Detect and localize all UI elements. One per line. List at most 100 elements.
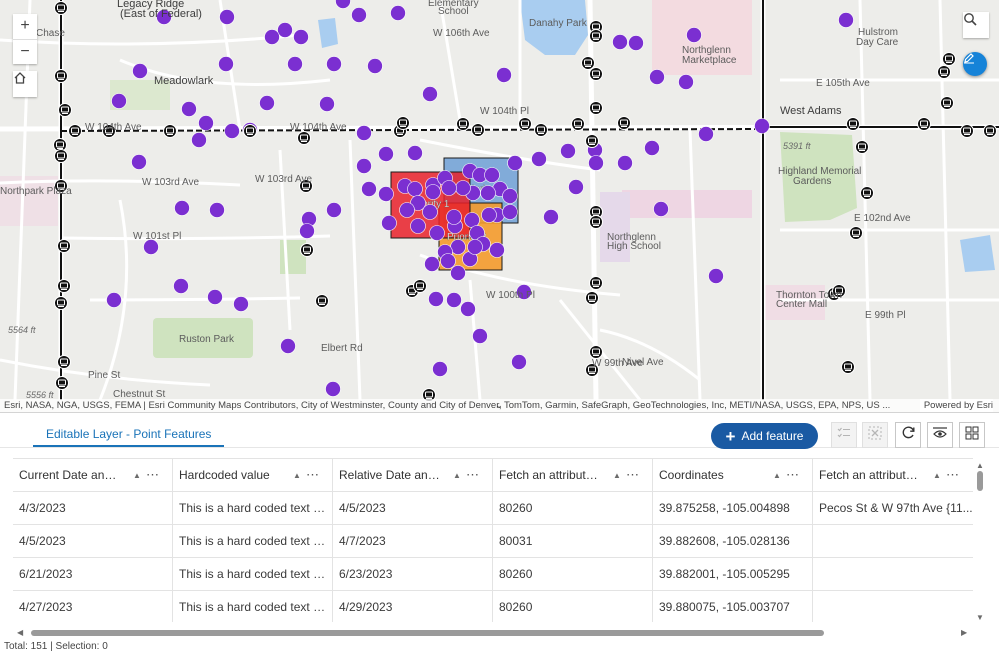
sort-icon[interactable]: ▲ xyxy=(773,459,781,492)
point-feature[interactable] xyxy=(754,118,770,134)
table-cell[interactable]: This is a hard coded text v... xyxy=(173,591,333,622)
point-feature[interactable] xyxy=(326,56,342,72)
point-feature[interactable] xyxy=(644,140,660,156)
bus-stop-icon[interactable] xyxy=(983,124,997,138)
bus-stop-icon[interactable] xyxy=(960,124,974,138)
sort-icon[interactable]: ▲ xyxy=(293,459,301,492)
point-feature[interactable] xyxy=(446,292,462,308)
point-feature[interactable] xyxy=(399,202,415,218)
sort-icon[interactable]: ▲ xyxy=(613,459,621,492)
bus-stop-icon[interactable] xyxy=(243,124,257,138)
point-feature[interactable] xyxy=(422,86,438,102)
bus-stop-icon[interactable] xyxy=(57,279,71,293)
point-feature[interactable] xyxy=(440,253,456,269)
point-feature[interactable] xyxy=(686,27,702,43)
point-feature[interactable] xyxy=(455,180,471,196)
point-feature[interactable] xyxy=(356,158,372,174)
select-all-button[interactable] xyxy=(831,422,857,448)
point-feature[interactable] xyxy=(428,291,444,307)
bus-stop-icon[interactable] xyxy=(315,294,329,308)
point-feature[interactable] xyxy=(378,146,394,162)
point-feature[interactable] xyxy=(319,96,335,112)
point-feature[interactable] xyxy=(174,200,190,216)
table-cell[interactable] xyxy=(813,525,973,558)
horizontal-scrollbar[interactable]: ◀ ▶ xyxy=(13,627,973,639)
table-cell[interactable]: 39.882001, -105.005295 xyxy=(653,558,813,591)
layout-options-button[interactable] xyxy=(959,422,985,448)
sort-icon[interactable]: ▲ xyxy=(933,459,941,492)
table-cell[interactable]: This is a hard coded text v... xyxy=(173,492,333,525)
point-feature[interactable] xyxy=(407,181,423,197)
zoom-out-button[interactable]: − xyxy=(13,39,37,64)
table-cell[interactable]: This is a hard coded text v... xyxy=(173,558,333,591)
point-feature[interactable] xyxy=(207,289,223,305)
clear-selection-button[interactable] xyxy=(862,422,888,448)
table-row[interactable]: 4/5/2023 This is a hard coded text v... 4/… xyxy=(13,525,973,558)
point-feature[interactable] xyxy=(588,155,604,171)
point-feature[interactable] xyxy=(502,188,518,204)
bus-stop-icon[interactable] xyxy=(57,239,71,253)
table-cell[interactable]: 4/3/2023 xyxy=(13,492,173,525)
bus-stop-icon[interactable] xyxy=(841,360,855,374)
point-feature[interactable] xyxy=(390,5,406,21)
point-feature[interactable] xyxy=(678,74,694,90)
point-feature[interactable] xyxy=(422,204,438,220)
column-menu-icon[interactable]: ⋯ xyxy=(946,459,960,490)
table-cell[interactable]: 4/27/2023 xyxy=(13,591,173,622)
bus-stop-icon[interactable] xyxy=(54,69,68,83)
point-feature[interactable] xyxy=(361,181,377,197)
bus-stop-icon[interactable] xyxy=(585,134,599,148)
table-cell[interactable]: 80260 xyxy=(493,558,653,591)
point-feature[interactable] xyxy=(264,29,280,45)
point-feature[interactable] xyxy=(481,207,497,223)
bus-stop-icon[interactable] xyxy=(571,117,585,131)
point-feature[interactable] xyxy=(653,201,669,217)
column-menu-icon[interactable]: ⋯ xyxy=(626,459,640,490)
point-feature[interactable] xyxy=(219,9,235,25)
bus-stop-icon[interactable] xyxy=(58,103,72,117)
scroll-right-icon[interactable]: ▶ xyxy=(961,628,967,637)
bus-stop-icon[interactable] xyxy=(581,56,595,70)
table-cell[interactable]: 4/29/2023 xyxy=(333,591,493,622)
bus-stop-icon[interactable] xyxy=(518,117,532,131)
bus-stop-icon[interactable] xyxy=(942,52,956,66)
filter-by-extent-button[interactable] xyxy=(927,422,953,448)
point-feature[interactable] xyxy=(543,209,559,225)
point-feature[interactable] xyxy=(649,69,665,85)
table-row[interactable]: 4/27/2023 This is a hard coded text v... 4… xyxy=(13,591,973,622)
powered-by-esri[interactable]: Powered by Esri xyxy=(919,399,993,412)
refresh-button[interactable] xyxy=(895,422,921,448)
point-feature[interactable] xyxy=(191,132,207,148)
scroll-up-icon[interactable]: ▲ xyxy=(976,461,984,470)
point-feature[interactable] xyxy=(326,202,342,218)
point-feature[interactable] xyxy=(698,126,714,142)
table-cell[interactable]: 80031 xyxy=(493,525,653,558)
point-feature[interactable] xyxy=(209,202,225,218)
point-feature[interactable] xyxy=(511,354,527,370)
point-feature[interactable] xyxy=(496,67,512,83)
zoom-in-button[interactable]: + xyxy=(13,14,37,39)
map-view[interactable]: Priority 1Priority 3Priority 2 Legacy Ri… xyxy=(0,0,999,412)
point-feature[interactable] xyxy=(106,292,122,308)
sort-icon[interactable]: ▲ xyxy=(133,459,141,492)
bus-stop-icon[interactable] xyxy=(589,101,603,115)
point-feature[interactable] xyxy=(381,215,397,231)
scroll-left-icon[interactable]: ◀ xyxy=(17,628,23,637)
point-feature[interactable] xyxy=(708,268,724,284)
bus-stop-icon[interactable] xyxy=(534,123,548,137)
scrollbar-thumb[interactable] xyxy=(31,630,824,636)
point-feature[interactable] xyxy=(259,95,275,111)
point-feature[interactable] xyxy=(378,186,394,202)
table-cell[interactable]: 39.882608, -105.028136 xyxy=(653,525,813,558)
sort-icon[interactable]: ▲ xyxy=(453,459,461,492)
tab-editable-layer[interactable]: Editable Layer - Point Features xyxy=(33,421,225,447)
bus-stop-icon[interactable] xyxy=(855,140,869,154)
search-button[interactable] xyxy=(963,12,989,38)
point-feature[interactable] xyxy=(181,101,197,117)
table-cell[interactable] xyxy=(813,591,973,622)
add-feature-button[interactable]: + Add feature xyxy=(711,423,818,449)
point-feature[interactable] xyxy=(111,93,127,109)
point-feature[interactable] xyxy=(484,167,500,183)
point-feature[interactable] xyxy=(367,58,383,74)
scroll-down-icon[interactable]: ▼ xyxy=(976,613,984,622)
